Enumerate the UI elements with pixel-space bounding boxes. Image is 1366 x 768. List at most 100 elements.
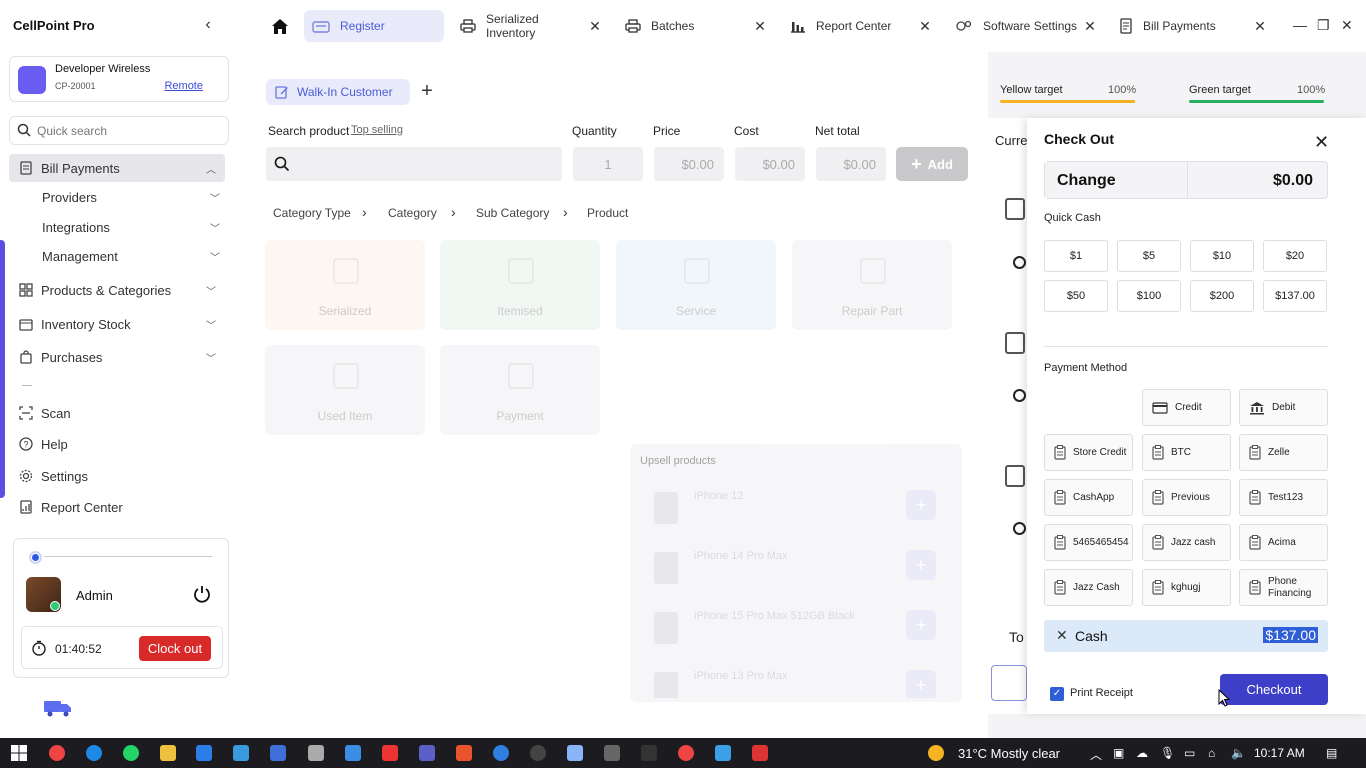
weather-icon[interactable] (928, 745, 944, 761)
app-icon[interactable] (715, 745, 731, 761)
payment-cashapp-button[interactable]: CashApp (1044, 479, 1133, 516)
cloud-icon[interactable]: ☁ (1136, 746, 1148, 760)
network-icon[interactable]: ⌂ (1208, 746, 1215, 760)
store-icon[interactable] (196, 745, 212, 761)
payment-btc-button[interactable]: BTC (1142, 434, 1231, 471)
teams-icon[interactable] (419, 745, 435, 761)
category-tile-repair-part[interactable]: Repair Part (792, 240, 952, 330)
category-tile-service[interactable]: Service (616, 240, 776, 330)
payment-test123-button[interactable]: Test123 (1239, 479, 1328, 516)
tab-serialized-inventory[interactable]: Serialized Inventory ✕ (452, 10, 608, 42)
quick-cash-button[interactable]: $50 (1044, 280, 1108, 312)
chrome-icon[interactable] (49, 745, 65, 761)
sidebar-item-scan[interactable]: Scan (9, 399, 225, 427)
payment-credit-button[interactable]: Credit (1142, 389, 1231, 426)
close-icon[interactable]: ✕ (1314, 132, 1329, 153)
status-radio[interactable] (29, 551, 42, 564)
mic-icon[interactable]: 🎙 (1160, 746, 1175, 760)
close-icon[interactable]: ✕ (1253, 18, 1267, 35)
app-icon[interactable] (233, 745, 249, 761)
close-icon[interactable]: ✕ (1083, 18, 1097, 35)
breadcrumb-product[interactable]: Product (587, 206, 628, 220)
power-icon[interactable] (192, 584, 212, 607)
remove-payment-icon[interactable]: ✕ (1056, 627, 1068, 644)
windows-start-icon[interactable] (11, 745, 27, 761)
register-app-icon[interactable] (270, 745, 286, 761)
add-product-button[interactable]: + Add (896, 147, 968, 181)
volume-icon[interactable]: 🔈 (1231, 746, 1246, 760)
tab-report-center[interactable]: Report Center ✕ (782, 10, 938, 42)
delivery-truck-icon[interactable] (43, 698, 73, 721)
sidebar-subitem-management[interactable]: Management ﹀ (42, 244, 222, 268)
collapse-sidebar-icon[interactable]: ‹ (200, 16, 216, 34)
tab-bill-payments[interactable]: Bill Payments ✕ (1111, 10, 1273, 42)
quantity-field[interactable]: 1 (573, 147, 643, 181)
battery-icon[interactable]: ▭ (1184, 746, 1195, 760)
app-icon[interactable] (345, 745, 361, 761)
sidebar-item-inventory-stock[interactable]: Inventory Stock ﹀ (9, 310, 225, 338)
category-tile-used-item[interactable]: Used Item (265, 345, 425, 435)
quick-cash-button[interactable]: $137.00 (1263, 280, 1327, 312)
selected-payment-amount[interactable]: $137.00 (1263, 627, 1318, 643)
quick-search-input[interactable] (37, 121, 222, 141)
close-icon[interactable]: ✕ (918, 18, 932, 35)
clock-out-button[interactable]: Clock out (139, 636, 211, 661)
minimize-icon[interactable]: — (1293, 17, 1307, 33)
sidebar-item-settings[interactable]: Settings (9, 462, 225, 490)
quick-cash-button[interactable]: $10 (1190, 240, 1254, 272)
customer-selector[interactable]: Walk-In Customer (266, 79, 410, 105)
weather-text[interactable]: 31°C Mostly clear (958, 746, 1060, 761)
payment-jazz-cash-2-button[interactable]: Jazz Cash (1044, 569, 1133, 606)
sidebar-subitem-integrations[interactable]: Integrations ﹀ (42, 215, 222, 239)
calculator-icon[interactable] (604, 745, 620, 761)
price-field[interactable]: $0.00 (654, 147, 724, 181)
upsell-add-button[interactable]: + (906, 610, 936, 640)
upsell-add-button[interactable]: + (906, 550, 936, 580)
tab-register[interactable]: Register (304, 10, 444, 42)
quick-cash-button[interactable]: $5 (1117, 240, 1181, 272)
breadcrumb-category[interactable]: Category (388, 206, 437, 220)
file-explorer-icon[interactable] (160, 745, 176, 761)
quick-cash-button[interactable]: $20 (1263, 240, 1327, 272)
close-icon[interactable]: ✕ (753, 18, 767, 35)
app-icon[interactable] (567, 745, 583, 761)
cost-field[interactable]: $0.00 (735, 147, 805, 181)
window-close-icon[interactable]: ✕ (1341, 17, 1353, 34)
add-customer-button[interactable]: + (416, 81, 438, 103)
payment-previous-button[interactable]: Previous (1142, 479, 1231, 516)
payment-phone-financing-button[interactable]: Phone Financing (1239, 569, 1328, 606)
payment-jazz-cash-button[interactable]: Jazz cash (1142, 524, 1231, 561)
payment-debit-button[interactable]: Debit (1239, 389, 1328, 426)
sidebar-item-bill-payments[interactable]: Bill Payments ︿ (9, 154, 225, 182)
upsell-add-button[interactable]: + (906, 670, 936, 698)
breadcrumb-category-type[interactable]: Category Type (273, 206, 351, 220)
payment-zelle-button[interactable]: Zelle (1239, 434, 1328, 471)
breadcrumb-sub-category[interactable]: Sub Category (476, 206, 549, 220)
tray-icon[interactable]: ▣ (1113, 746, 1124, 760)
home-icon[interactable] (266, 14, 294, 38)
remote-link[interactable]: Remote (164, 80, 203, 92)
close-icon[interactable]: ✕ (588, 18, 602, 35)
app-icon[interactable] (530, 745, 546, 761)
quick-search[interactable] (9, 116, 229, 145)
app-icon[interactable] (382, 745, 398, 761)
category-tile-payment[interactable]: Payment (440, 345, 600, 435)
top-selling-link[interactable]: Top selling (351, 124, 403, 136)
chrome-icon[interactable] (678, 745, 694, 761)
app-icon[interactable] (752, 745, 768, 761)
sidebar-subitem-providers[interactable]: Providers ﹀ (42, 185, 222, 209)
app-icon[interactable] (493, 745, 509, 761)
sidebar-item-report-center[interactable]: Report Center (9, 493, 225, 521)
cart-action-button[interactable] (991, 665, 1027, 701)
quick-cash-button[interactable]: $200 (1190, 280, 1254, 312)
whatsapp-icon[interactable] (123, 745, 139, 761)
category-tile-serialized[interactable]: Serialized (265, 240, 425, 330)
payment-5465465454-button[interactable]: 5465465454 (1044, 524, 1133, 561)
upsell-add-button[interactable]: + (906, 490, 936, 520)
payment-store-credit-button[interactable]: Store Credit (1044, 434, 1133, 471)
product-search-input[interactable] (266, 147, 562, 181)
sidebar-item-help[interactable]: ? Help (9, 430, 225, 458)
category-tile-itemised[interactable]: Itemised (440, 240, 600, 330)
brave-icon[interactable] (456, 745, 472, 761)
notification-icon[interactable]: ▤ (1326, 746, 1337, 760)
